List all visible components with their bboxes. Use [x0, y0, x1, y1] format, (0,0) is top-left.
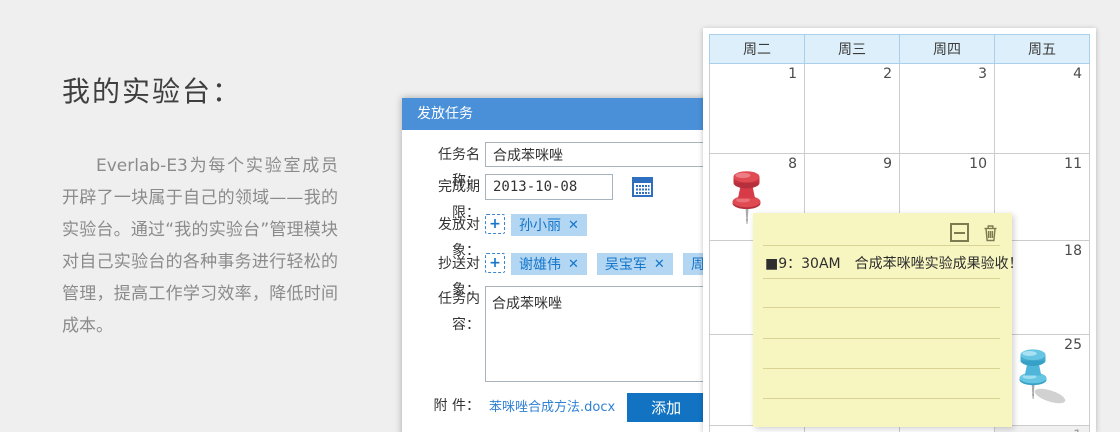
intro-section: 我的实验台： Everlab-E3为每个实验室成员开辟了一块属于自己的领域——我…: [62, 70, 338, 342]
calendar-weekday-header: 周三: [804, 34, 900, 64]
date-picker-icon[interactable]: [632, 176, 653, 197]
minus-icon: [954, 231, 965, 234]
assignee-tags: 孙小丽 ✕: [505, 214, 587, 236]
remove-tag-icon[interactable]: ✕: [654, 257, 665, 272]
add-attachment-button[interactable]: 添加: [627, 393, 706, 422]
calendar-weekday-header: 周四: [899, 34, 995, 64]
remove-tag-icon[interactable]: ✕: [568, 257, 579, 272]
sticky-note[interactable]: ■9：30AM 合成苯咪唑实验成果验收！: [753, 213, 1023, 427]
note-rule: [763, 368, 1000, 369]
minimize-note-button[interactable]: [950, 223, 969, 242]
calendar-day-cell[interactable]: 1: [709, 63, 805, 154]
intro-paragraph: Everlab-E3为每个实验室成员开辟了一块属于自己的领域——我的实验台。通过…: [62, 156, 338, 336]
attachment-file-link[interactable]: 苯咪唑合成方法.docx: [489, 393, 615, 422]
recipient-tag[interactable]: 谢雄伟 ✕: [511, 253, 587, 275]
calendar-day-cell[interactable]: 4: [994, 63, 1090, 154]
delete-note-icon[interactable]: [983, 224, 998, 242]
red-pushpin-icon: [732, 171, 761, 224]
deadline-input[interactable]: [485, 174, 613, 200]
note-rule: [763, 398, 1000, 399]
blue-pushpin-icon: [1019, 349, 1066, 404]
dialog-title: 发放任务: [417, 106, 473, 122]
attachment-row: 附 件： 苯咪唑合成方法.docx 添加: [412, 393, 706, 422]
note-text: ■9：30AM 合成苯咪唑实验成果验收！: [765, 256, 1023, 272]
tag-label: 谢雄伟: [519, 257, 561, 273]
calendar-day-cell[interactable]: 2: [804, 63, 900, 154]
note-rule: [763, 338, 1000, 339]
note-rule: [763, 278, 1000, 279]
calendar-weekday-header: 周五: [994, 34, 1090, 64]
recipient-tag[interactable]: 吴宝军 ✕: [596, 253, 673, 275]
calendar-weekday-header: 周二: [709, 34, 805, 64]
note-rule: [763, 245, 1000, 246]
tag-label: 吴宝军: [604, 257, 647, 273]
page-title: 我的实验台：: [62, 75, 243, 108]
tag-label: 孙小丽: [519, 218, 561, 234]
calendar-day-cell[interactable]: 3: [899, 63, 995, 154]
add-assignee-button[interactable]: +: [485, 214, 505, 234]
page: 我的实验台： Everlab-E3为每个实验室成员开辟了一块属于自己的领域——我…: [0, 0, 1120, 432]
note-rule: [763, 307, 1000, 308]
task-content-label: 任务内容：: [438, 291, 480, 333]
add-cc-button[interactable]: +: [485, 253, 505, 273]
recipient-tag[interactable]: 孙小丽 ✕: [511, 214, 587, 236]
calendar-week-row: 1234: [709, 63, 1090, 154]
attachment-label: 附 件：: [433, 398, 480, 414]
remove-tag-icon[interactable]: ✕: [568, 218, 579, 233]
